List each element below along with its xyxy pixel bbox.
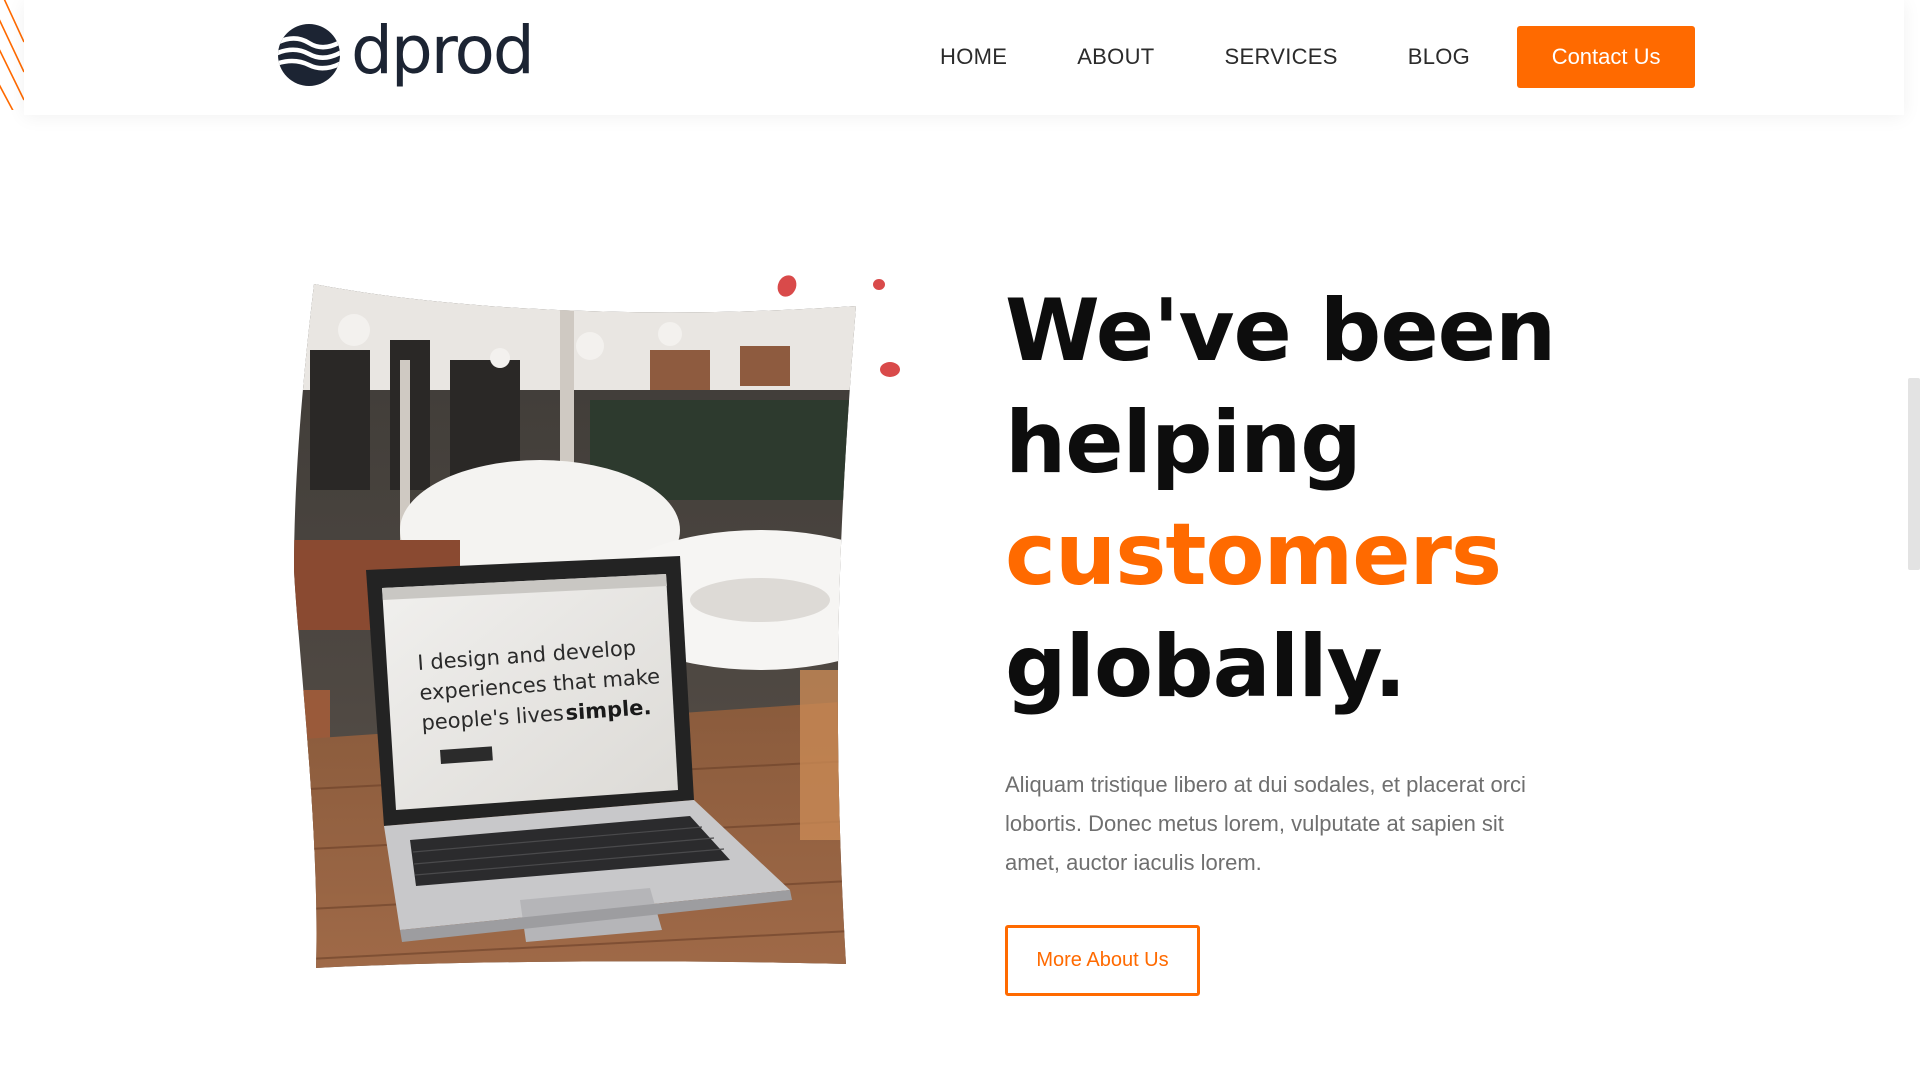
scrollbar-thumb[interactable] [1908, 378, 1920, 570]
headline-line-1: We've been [1005, 281, 1556, 381]
hero-description: Aliquam tristique libero at dui sodales,… [1005, 772, 1526, 875]
hero-photo: I design and develop experiences that ma… [294, 284, 856, 968]
page: dprod HOME ABOUT SERVICES BLOG Contact U… [0, 0, 1920, 1080]
logo-link[interactable]: dprod [277, 18, 535, 88]
nav-about[interactable]: ABOUT [1077, 44, 1154, 70]
decorative-stripes [0, 0, 24, 110]
nav-home[interactable]: HOME [940, 44, 1007, 70]
brand-name: dprod [351, 12, 535, 89]
main-nav: HOME ABOUT SERVICES BLOG Contact Us [940, 26, 1696, 88]
contact-us-button[interactable]: Contact Us [1517, 26, 1696, 88]
more-about-us-button[interactable]: More About Us [1005, 925, 1200, 996]
wave-globe-icon [278, 24, 340, 86]
hero-headline: We've been helping customers globally. [1005, 275, 1705, 723]
decorative-dot [880, 362, 900, 377]
headline-line-4: globally. [1005, 617, 1407, 717]
nav-services[interactable]: SERVICES [1225, 44, 1338, 70]
headline-line-2: helping [1005, 393, 1362, 493]
decorative-dot [873, 279, 885, 290]
headline-line-3-accent: customers [1005, 505, 1502, 605]
site-header: dprod HOME ABOUT SERVICES BLOG Contact U… [24, 0, 1904, 115]
nav-blog[interactable]: BLOG [1408, 44, 1470, 70]
